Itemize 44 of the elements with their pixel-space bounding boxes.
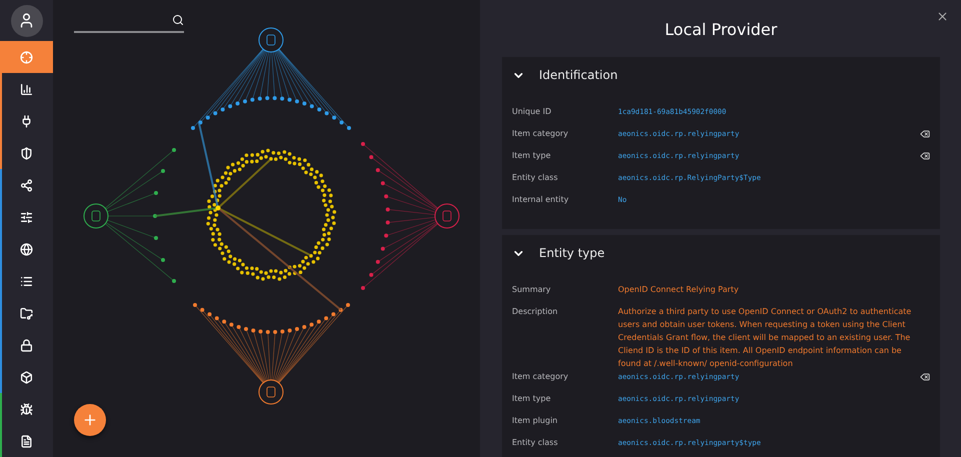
sidebar-item-icon — [20, 338, 33, 352]
hub-node — [258, 380, 284, 404]
sidebar-item-icon — [20, 50, 33, 64]
sidebar-item-icon — [20, 306, 33, 320]
tag-action-icon[interactable] — [920, 151, 930, 161]
sidebar-item-icon — [20, 402, 33, 416]
field-label: Item category — [512, 128, 570, 140]
add-button[interactable] — [74, 404, 106, 436]
plus-icon — [82, 412, 98, 428]
panel-title: Local Provider — [664, 19, 778, 41]
sidebar-item-icon — [20, 434, 33, 448]
field-label: Item category — [512, 371, 570, 383]
sidebar-item-icon — [20, 114, 33, 128]
field-label: Item plugin — [512, 415, 558, 427]
field-label: Description — [512, 306, 559, 318]
sidebar-item-icon — [20, 82, 33, 96]
field-label: Internal entity — [512, 194, 570, 206]
hub-node — [258, 28, 284, 52]
field-label: Unique ID — [512, 106, 552, 118]
hub-node — [84, 204, 108, 228]
field-value: OpenID Connect Relying Party — [618, 284, 740, 296]
close-icon — [936, 10, 949, 23]
sidebar-item-icon — [20, 370, 33, 384]
hub-node — [434, 204, 460, 228]
section-title: Entity type — [539, 246, 605, 260]
selected-node[interactable] — [216, 206, 220, 210]
field-label: Item type — [512, 150, 552, 162]
field-label: Item type — [512, 393, 552, 405]
avatar-button[interactable] — [10, 4, 42, 36]
field-value: Authorize a third party to use OpenID Connect or OAuth2 to authenticate users and obtain user tokens. When requesting a token using the Client Credentials Grant flow, the client will be mapped to an existing user. The Cliend ID is the ID of this item. All OpenID endpoint information can be found at /.well-known/ openid-configuration — [618, 306, 912, 370]
field-label: Summary — [512, 284, 552, 296]
field-label: Entity class — [512, 437, 559, 449]
sidebar-item-icon — [20, 210, 33, 224]
sidebar-item-icon — [20, 178, 33, 192]
close-button[interactable] — [936, 10, 949, 23]
field-label: Entity class — [512, 172, 559, 184]
sidebar-item-icon — [20, 146, 33, 160]
tag-action-icon[interactable] — [920, 129, 930, 139]
user-icon — [18, 12, 35, 29]
section-title: Identification — [539, 68, 618, 82]
sidebar-item-icon — [20, 274, 33, 288]
sidebar-item-icon — [20, 242, 33, 256]
search-icon — [172, 14, 184, 26]
tag-action-icon[interactable] — [920, 372, 930, 382]
